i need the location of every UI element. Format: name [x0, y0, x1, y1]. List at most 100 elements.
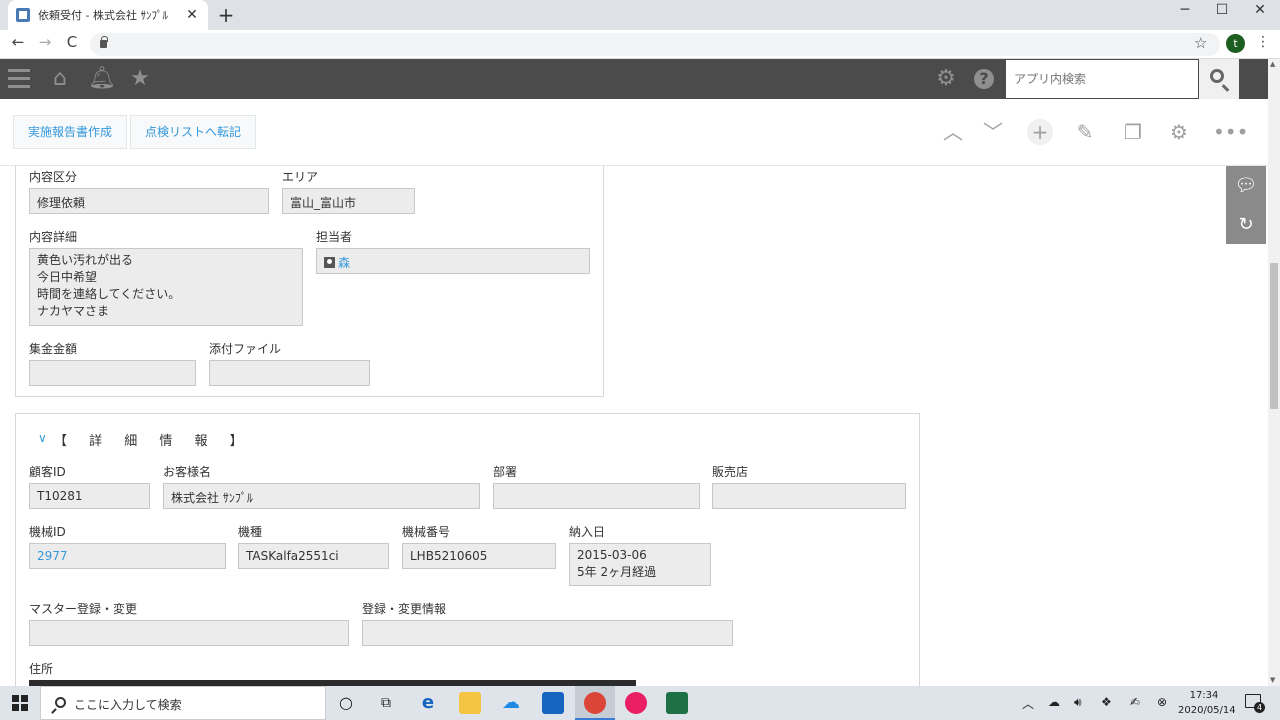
favorites-star-icon[interactable]: ★: [128, 67, 152, 91]
shukin-label: 集金金額: [29, 342, 78, 356]
maximize-button[interactable]: ☐: [1207, 2, 1237, 18]
forward-icon[interactable]: →: [35, 33, 55, 51]
edge-icon[interactable]: e: [418, 693, 438, 713]
area-label: エリア: [282, 170, 319, 184]
kishu-field: TASKalfa2551ci: [238, 543, 389, 569]
url-field[interactable]: [90, 33, 1220, 56]
itunes-icon[interactable]: [625, 692, 647, 714]
notification-bell-icon[interactable]: 🔔︎: [88, 67, 116, 91]
more-options-icon[interactable]: •••: [1213, 119, 1248, 145]
collapse-chevron-icon[interactable]: ∨: [38, 431, 47, 445]
bookmark-star-icon[interactable]: ☆: [1194, 34, 1207, 52]
naiyo-shosai-line: 黄色い汚れが出る: [37, 253, 134, 267]
new-tab-button[interactable]: +: [216, 3, 236, 27]
previous-record-icon[interactable]: ︿: [940, 119, 966, 145]
naiyo-shosai-label: 内容詳細: [29, 230, 78, 244]
onedrive-icon[interactable]: ☁: [501, 693, 521, 713]
taskbar-search-text: ここに入力して検索: [74, 698, 182, 712]
naiyo-shosai-line: 時間を連絡してください。: [37, 287, 181, 301]
comment-icon[interactable]: 💬︎: [1226, 166, 1266, 205]
cortana-icon[interactable]: ○: [336, 693, 356, 713]
taskbar-search-box[interactable]: ここに入力して検索: [40, 686, 326, 720]
tray-dropbox-icon[interactable]: ❖: [1101, 695, 1112, 709]
kokyaku-id-field: T10281: [29, 483, 150, 509]
search-icon: [1210, 69, 1224, 83]
jusho-label: 住所: [29, 662, 54, 676]
record-toolbar: 実施報告書作成 点検リストへ転記 ︿ ﹀ + ✎ ❐ ⚙ •••: [0, 99, 1268, 166]
search-icon: [55, 697, 66, 708]
reload-icon[interactable]: C: [62, 33, 82, 51]
menu-icon[interactable]: [8, 69, 30, 89]
history-icon[interactable]: ↻: [1226, 205, 1266, 244]
master-label: マスター登録・変更: [29, 602, 138, 616]
file-explorer-icon[interactable]: [459, 692, 481, 714]
address-bar: ← → C ☆ t ⋮: [0, 30, 1280, 59]
volume-icon[interactable]: 🔊︎: [1074, 695, 1082, 710]
tenpu-label: 添付ファイル: [209, 342, 282, 356]
scroll-up-arrow-icon[interactable]: ▲: [1270, 60, 1275, 68]
network-status-icon[interactable]: ⊗: [1157, 695, 1167, 709]
browser-tab-bar: 依頼受付 - 株式会社 ｻﾝﾌﾟﾙ ✕ + ─ ☐ ✕: [0, 0, 1280, 30]
tab-title: 依頼受付 - 株式会社 ｻﾝﾌﾟﾙ: [38, 9, 168, 22]
toroku-label: 登録・変更情報: [362, 602, 447, 616]
help-icon[interactable]: ?: [974, 69, 994, 89]
okyakusama-field: 株式会社 ｻﾝﾌﾟﾙ: [163, 483, 480, 509]
notification-count-badge: 4: [1254, 702, 1265, 713]
edit-icon[interactable]: ✎: [1072, 119, 1098, 145]
kikai-bango-field: LHB5210605: [402, 543, 556, 569]
scroll-down-arrow-icon[interactable]: ▼: [1270, 676, 1275, 684]
side-panel: 💬︎ ↻: [1226, 166, 1266, 244]
page-scrollbar[interactable]: ▲ ▼: [1268, 59, 1280, 686]
taskbar-clock[interactable]: 17:34 2020/05/14: [1178, 688, 1236, 718]
user-icon: [324, 257, 335, 268]
clock-time: 17:34: [1189, 690, 1219, 701]
chrome-icon[interactable]: [584, 692, 606, 714]
kishu-label: 機種: [238, 525, 263, 539]
busho-field: [493, 483, 700, 509]
app-search-input[interactable]: [1006, 60, 1198, 98]
tab-close-icon[interactable]: ✕: [184, 7, 200, 23]
tray-onedrive-icon[interactable]: ☁: [1048, 695, 1060, 709]
home-icon[interactable]: ⌂: [48, 67, 72, 91]
next-record-icon[interactable]: ﹀: [980, 119, 1006, 145]
duplicate-icon[interactable]: ❐: [1120, 119, 1146, 145]
naiyo-shosai-field: 黄色い汚れが出る 今日中希望 時間を連絡してください。 ナカヤマさま: [29, 248, 303, 326]
tantosha-user-link[interactable]: 森: [338, 256, 350, 270]
hanbaiten-field: [712, 483, 906, 509]
kokyaku-id-label: 顧客ID: [29, 465, 66, 479]
task-view-icon[interactable]: ⧉: [376, 693, 396, 713]
kikai-id-link[interactable]: 2977: [37, 549, 68, 563]
profile-avatar[interactable]: t: [1226, 34, 1245, 53]
app-header: ⌂ 🔔︎ ★ ⚙ ?: [0, 59, 1268, 99]
transfer-checklist-button[interactable]: 点検リストへ転記: [130, 115, 257, 149]
back-icon[interactable]: ←: [8, 33, 28, 51]
excel-icon[interactable]: [666, 692, 688, 714]
browser-tab[interactable]: 依頼受付 - 株式会社 ｻﾝﾌﾟﾙ ✕: [8, 0, 208, 30]
dropbox-icon[interactable]: [542, 692, 564, 714]
toroku-field: [362, 620, 733, 646]
nonyubi-elapsed: 5年 2ヶ月経過: [577, 565, 657, 579]
okyakusama-label: お客様名: [163, 465, 212, 479]
settings-gear-icon[interactable]: ⚙: [934, 67, 958, 91]
naiyo-shosai-line: ナカヤマさま: [37, 304, 110, 318]
clock-date: 2020/05/14: [1178, 705, 1236, 716]
app-search-field[interactable]: [1005, 59, 1199, 99]
scrollbar-thumb[interactable]: [1270, 263, 1278, 409]
search-button[interactable]: [1199, 59, 1239, 99]
minimize-button[interactable]: ─: [1170, 2, 1200, 18]
tenpu-field: [209, 360, 370, 386]
tantosha-field: 森: [316, 248, 590, 274]
pen-icon[interactable]: ✍: [1130, 695, 1140, 709]
windows-start-icon[interactable]: [12, 695, 28, 711]
tray-overflow-icon[interactable]: ︿: [1022, 695, 1034, 712]
browser-menu-icon[interactable]: ⋮: [1256, 34, 1270, 50]
add-record-icon[interactable]: +: [1027, 119, 1053, 145]
record-settings-gear-icon[interactable]: ⚙: [1166, 119, 1192, 145]
area-field: 富山_富山市: [282, 188, 415, 214]
close-window-button[interactable]: ✕: [1245, 2, 1275, 18]
kintone-favicon-icon: [16, 8, 30, 22]
create-report-button[interactable]: 実施報告書作成: [13, 115, 128, 149]
group-title[interactable]: 【 詳 細 情 報 】: [54, 430, 252, 449]
windows-taskbar: ここに入力して検索 ○ ⧉ e ☁ ︿ ☁ 🔊︎ ❖ ✍ ⊗ 17:34 202…: [0, 686, 1280, 720]
naiyo-kubun-field: 修理依頼: [29, 188, 269, 214]
